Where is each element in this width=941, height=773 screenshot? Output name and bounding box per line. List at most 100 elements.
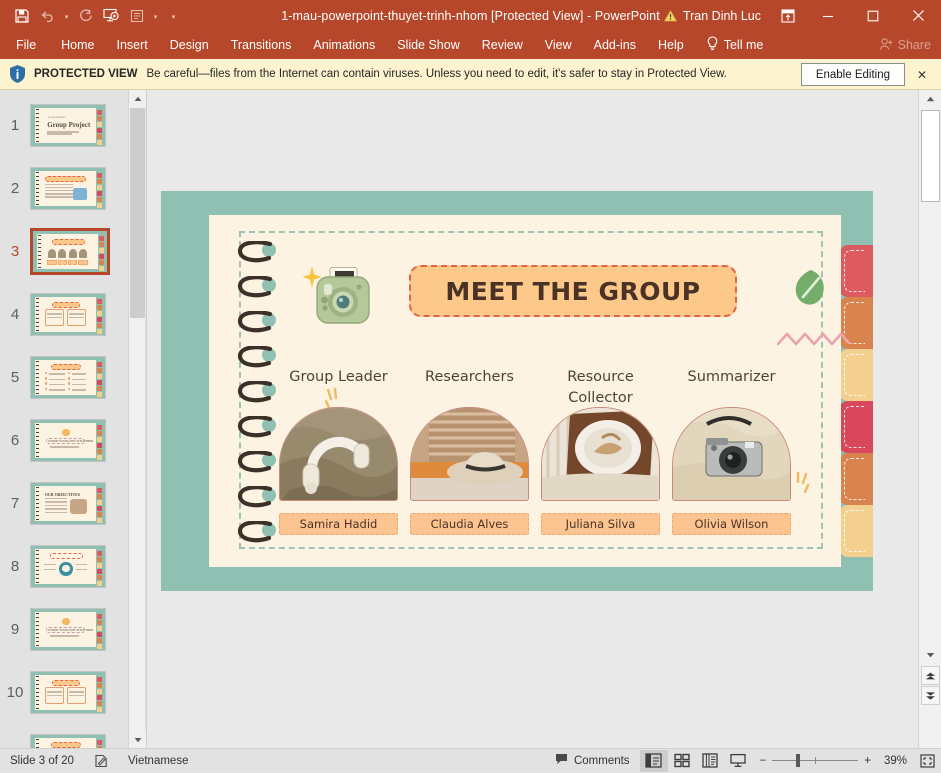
slide-thumbnail-5[interactable]: 5 <box>0 346 128 409</box>
language-indicator[interactable]: Vietnamese <box>118 749 199 773</box>
team-member-name-chip[interactable]: Claudia Alves <box>410 513 529 535</box>
slide-thumbnail-9[interactable]: 9INSERT YOUR OWN TITLE HERE <box>0 598 128 661</box>
slide-thumbnail-preview[interactable] <box>30 734 106 748</box>
slide-thumbnail-preview[interactable]: OUR OBJECTIVES <box>30 482 106 525</box>
start-presentation-icon[interactable] <box>99 4 123 28</box>
slide-thumbnail-3[interactable]: 3 <box>0 220 128 283</box>
open-recent-dropdown-icon[interactable]: ▾ <box>151 4 160 28</box>
team-member-photo[interactable] <box>410 407 529 501</box>
tab-view[interactable]: View <box>534 31 583 59</box>
team-column[interactable]: ResearchersClaudia Alves <box>410 367 529 409</box>
thumbnail-scroll-down-icon[interactable] <box>129 731 146 748</box>
share-person-icon <box>879 37 893 54</box>
tab-insert[interactable]: Insert <box>106 31 159 59</box>
ribbon-display-options-icon[interactable] <box>771 0 805 31</box>
tab-design[interactable]: Design <box>159 31 220 59</box>
spiral-ring-icon <box>236 346 280 373</box>
save-icon[interactable] <box>10 4 34 28</box>
slide-thumbnail-preview[interactable]: INSERT YOUR OWN TITLE HERE <box>30 608 106 651</box>
team-member-photo[interactable] <box>672 407 791 501</box>
slide-thumbnail-preview[interactable] <box>30 167 106 210</box>
current-slide[interactable]: MEET THE GROUP Group Leader <box>161 191 873 591</box>
slide-editing-pane[interactable]: MEET THE GROUP Group Leader <box>146 90 918 748</box>
slide-show-view-button[interactable] <box>724 750 752 772</box>
slide-thumbnail-7[interactable]: 7OUR OBJECTIVES <box>0 472 128 535</box>
tab-home[interactable]: Home <box>50 31 105 59</box>
close-protected-view-icon[interactable]: ✕ <box>913 59 931 90</box>
slide-thumbnail-10[interactable]: 10 <box>0 661 128 724</box>
slide-thumbnail-preview[interactable] <box>30 293 106 336</box>
slide-thumbnail-8[interactable]: 8 <box>0 535 128 598</box>
slide-scrollbar-thumb[interactable] <box>921 110 940 202</box>
tab-animations[interactable]: Animations <box>302 31 386 59</box>
normal-view-button[interactable] <box>640 750 668 772</box>
slide-pane-scrollbar[interactable] <box>918 90 941 748</box>
team-member-name-chip[interactable]: Olivia Wilson <box>672 513 791 535</box>
slide-thumbnail-2[interactable]: 2 <box>0 157 128 220</box>
zoom-level-label[interactable]: 39% <box>877 755 913 767</box>
next-slide-button[interactable] <box>921 686 940 705</box>
tab-file[interactable]: File <box>0 31 50 59</box>
notes-icon[interactable] <box>84 749 118 773</box>
reading-view-button[interactable] <box>696 750 724 772</box>
zoom-slider[interactable] <box>772 749 858 773</box>
tab-slide-show[interactable]: Slide Show <box>386 31 471 59</box>
redo-icon[interactable] <box>73 4 97 28</box>
slide-thumbnail-4[interactable]: 4 <box>0 283 128 346</box>
slide-thumbnail-preview[interactable]: Group MembersGroup Project <box>30 104 106 147</box>
undo-icon[interactable] <box>36 4 60 28</box>
thumbnail-scrollbar[interactable] <box>128 90 145 748</box>
tab-review[interactable]: Review <box>471 31 534 59</box>
slide-thumbnail-number: 10 <box>0 684 30 701</box>
thumbnail-scroll-up-icon[interactable] <box>129 90 146 107</box>
spiral-ring-icon <box>236 486 280 513</box>
account-indicator[interactable]: Tran Dinh Luc <box>654 9 771 23</box>
slide-thumbnail-preview[interactable] <box>30 671 106 714</box>
slide-indicator[interactable]: Slide 3 of 20 <box>0 749 84 773</box>
slide-thumbnail-6[interactable]: 6INSERT YOUR OWN TITLE HERE <box>0 409 128 472</box>
team-column[interactable]: Resource CollectorJuliana Silva <box>541 367 660 409</box>
minimize-button[interactable] <box>805 0 850 31</box>
slide-thumbnail-preview[interactable] <box>30 228 110 275</box>
slide-thumbnail-11[interactable]: 11 <box>0 724 128 748</box>
share-label: Share <box>898 38 931 52</box>
tell-me-label: Tell me <box>724 38 764 52</box>
fit-slide-to-window-button[interactable] <box>913 749 941 773</box>
team-column[interactable]: Group LeaderSamira Hadid <box>279 367 398 409</box>
customize-quick-access-toolbar-icon[interactable]: ▾ <box>169 4 178 28</box>
maximize-button[interactable] <box>850 0 895 31</box>
slide-thumbnail-preview[interactable] <box>30 545 106 588</box>
enable-editing-button[interactable]: Enable Editing <box>801 63 905 86</box>
comment-bubble-icon <box>555 753 568 768</box>
team-role-label: Researchers <box>410 367 529 409</box>
zoom-out-button[interactable]: − <box>752 749 773 773</box>
zoom-in-button[interactable]: + <box>858 749 877 773</box>
previous-slide-button[interactable] <box>921 666 940 685</box>
slide-thumbnail-preview[interactable] <box>30 356 106 399</box>
tab-add-ins[interactable]: Add-ins <box>583 31 647 59</box>
team-member-photo[interactable] <box>541 407 660 501</box>
share-button[interactable]: Share <box>879 37 931 54</box>
slide-thumbnail-1[interactable]: 1Group MembersGroup Project <box>0 94 128 157</box>
tell-me-search[interactable]: Tell me <box>695 36 775 54</box>
team-member-photo[interactable] <box>279 407 398 501</box>
open-recent-icon[interactable] <box>125 4 149 28</box>
slide-side-tab <box>839 245 873 297</box>
slide-title-pill[interactable]: MEET THE GROUP <box>409 265 737 317</box>
protected-view-message: Be careful—files from the Internet can c… <box>147 68 727 80</box>
zoom-slider-handle[interactable] <box>796 754 800 767</box>
team-member-name-chip[interactable]: Samira Hadid <box>279 513 398 535</box>
team-member-name-chip[interactable]: Juliana Silva <box>541 513 660 535</box>
tab-transitions[interactable]: Transitions <box>220 31 303 59</box>
slide-thumbnail-pane[interactable]: 1Group MembersGroup Project23456INSERT Y… <box>0 90 128 748</box>
undo-dropdown-icon[interactable]: ▾ <box>62 4 71 28</box>
comments-button[interactable]: Comments <box>545 749 640 773</box>
tab-help[interactable]: Help <box>647 31 695 59</box>
thumbnail-scrollbar-thumb[interactable] <box>130 108 145 318</box>
close-button[interactable] <box>895 0 941 31</box>
slide-sorter-view-button[interactable] <box>668 750 696 772</box>
slide-thumbnail-preview[interactable]: INSERT YOUR OWN TITLE HERE <box>30 419 106 462</box>
slide-scroll-down-icon[interactable] <box>919 646 941 663</box>
team-column[interactable]: SummarizerOlivia Wilson <box>672 367 791 409</box>
slide-scroll-up-icon[interactable] <box>919 90 941 107</box>
